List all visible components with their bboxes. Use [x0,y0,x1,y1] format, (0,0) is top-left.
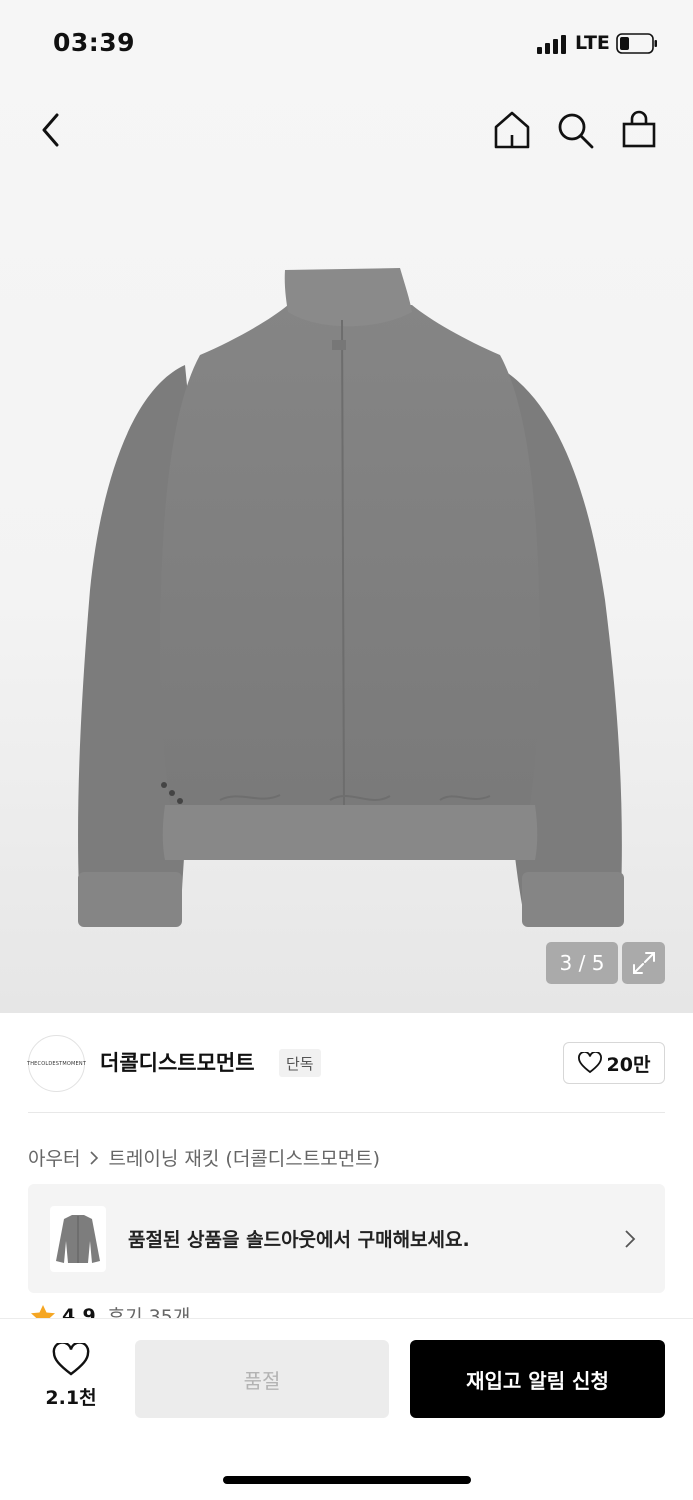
home-indicator [223,1476,471,1484]
expand-icon [632,952,655,974]
chevron-right-icon [625,1230,636,1248]
breadcrumb-product: 트레이닝 재킷 (더콜디스트모먼트) [108,1148,381,1170]
exclusive-badge: 단독 [279,1049,321,1077]
breadcrumb-category[interactable]: 아우터 [28,1144,80,1171]
status-time: 03:39 [53,28,136,57]
restock-alert-button[interactable]: 재입고 알림 신청 [410,1340,665,1418]
wishlist-button[interactable]: 2.1천 [30,1343,112,1413]
network-type: LTE [575,32,610,54]
brand-name[interactable]: 더콜디스트모먼트 [100,1047,255,1077]
search-icon[interactable] [553,108,597,152]
product-image-gallery[interactable]: 03:39 LTE 3 / 5 [0,0,693,1013]
soldout-button: 품절 [135,1340,389,1418]
wishlist-count: 2.1천 [45,1387,97,1409]
home-icon[interactable] [490,108,534,152]
soldout-banner[interactable]: 품절된 상품을 솔드아웃에서 구매해보세요. [28,1184,665,1293]
battery-icon [616,33,657,54]
signal-icon [537,34,569,54]
brand-logo-text: THECOLDESTMOMENT [26,1060,87,1067]
status-bar: 03:39 LTE [0,0,693,88]
divider [28,1112,665,1113]
brand-logo[interactable]: THECOLDESTMOMENT [26,1035,87,1092]
image-counter: 3 / 5 [546,942,618,984]
heart-icon [577,1052,602,1074]
heart-icon [52,1343,90,1376]
expand-button[interactable] [622,942,665,984]
brand-like-count: 20만 [606,1053,651,1076]
bottom-action-bar: 2.1천 품절 재입고 알림 신청 [0,1318,693,1500]
product-thumbnail [50,1206,106,1272]
brand-like-button[interactable]: 20만 [563,1042,665,1084]
chevron-right-icon [90,1150,99,1165]
breadcrumb: 아우터 트레이닝 재킷 (더콜디스트모먼트) [28,1144,380,1171]
shopping-bag-icon[interactable] [617,108,661,152]
back-icon[interactable] [30,108,74,152]
product-photo [78,268,624,927]
soldout-banner-text: 품절된 상품을 솔드아웃에서 구매해보세요. [128,1229,470,1251]
